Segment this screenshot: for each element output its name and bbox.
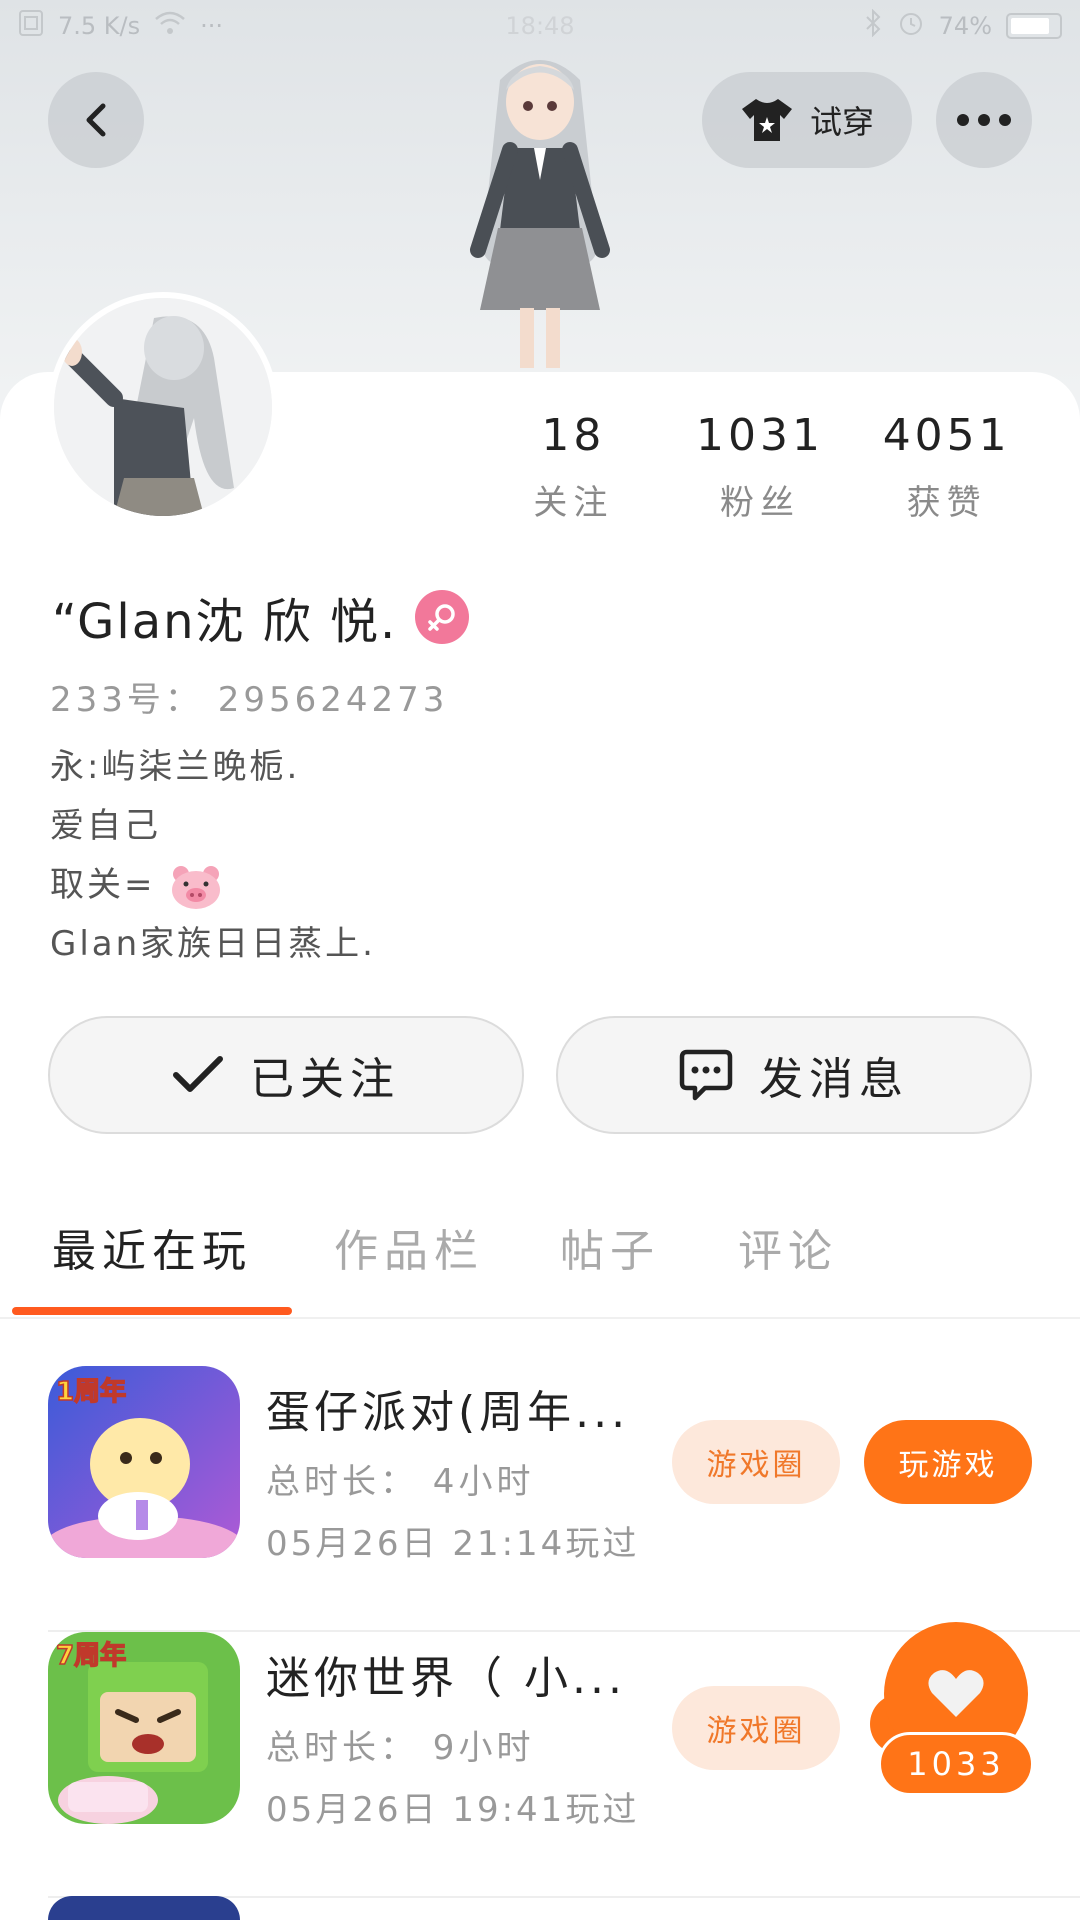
user-name: “Glan沈 欣 悦. [52,594,398,650]
back-button[interactable] [48,72,144,168]
game-title: 迷你世界（ 小... [266,1653,626,1704]
game-title: 蛋仔派对(周年... [266,1387,630,1438]
female-gender-icon [415,590,470,644]
stat-label: 获赞 [906,483,987,523]
active-tab-indicator [12,1307,292,1315]
game-circle-button[interactable]: 游戏圈 [672,1420,840,1504]
bio-line: 爱自己 [50,806,161,846]
stat-value: 1031 [696,410,824,461]
game-icon-partial[interactable] [48,1896,240,1920]
name-row: “Glan沈 欣 悦. [52,582,470,652]
avatar[interactable] [48,292,278,522]
stat-followers[interactable]: 1031 粉丝 [667,410,854,524]
tab-comments[interactable]: 评论 [738,1215,838,1279]
play-game-button[interactable]: 玩游戏 [864,1420,1032,1504]
stat-following[interactable]: 18 关注 [480,410,667,524]
game-list-item[interactable]: 1周年 蛋仔派对(周年... 总时长： 4小时 05月26日 21:14玩过 游… [0,1366,1080,1632]
status-time: 18:48 [505,12,575,40]
try-on-button[interactable]: 试穿 [702,72,912,168]
like-floating-button[interactable]: 1033 [870,1622,1040,1800]
send-message-label: 发消息 [759,1054,909,1105]
checkmark-icon [173,1056,223,1092]
game-circle-button[interactable]: 游戏圈 [672,1686,840,1770]
more-options-button[interactable] [936,72,1032,168]
like-count: 1033 [878,1732,1034,1796]
chevron-left-icon [86,103,106,137]
try-on-label: 试穿 [809,103,874,141]
game-icon-badge: 7周年 [56,1640,126,1671]
send-message-button[interactable]: 发消息 [556,1016,1032,1134]
game-icon-mini-world[interactable]: 7周年 [48,1632,240,1824]
ellipsis-icon [957,114,1011,126]
game-icon-badge: 1周年 [56,1376,126,1407]
chat-bubble-icon [679,1049,733,1101]
avatar-character-image [470,60,610,368]
stat-value: 18 [541,410,606,461]
bio-line: 取关= [50,865,156,905]
followed-label: 已关注 [250,1054,400,1105]
pig-face-icon [172,865,221,909]
followed-button[interactable]: 已关注 [48,1016,524,1134]
game-last-played: 05月26日 19:41玩过 [266,1790,640,1830]
tab-works[interactable]: 作品栏 [334,1215,484,1279]
profile-stats: 18 关注 1031 粉丝 4051 获赞 [480,410,1040,524]
bio-line-with-emoji: 取关= [50,856,376,915]
game-duration: 总时长： 4小时 [266,1462,535,1502]
status-bar: 7.5 K/s ··· 18:48 74% [0,0,1080,52]
stat-label: 关注 [533,483,614,523]
battery-icon [1006,13,1062,39]
tab-recently-played[interactable]: 最近在玩 [52,1215,252,1279]
bio-line: 永:屿柒兰晚栀. [50,747,301,787]
bio-line: Glan家族日日蒸上. [50,924,376,964]
game-icon-eggy-party[interactable]: 1周年 [48,1366,240,1558]
heart-icon [928,1670,984,1717]
game-duration: 总时长： 9小时 [266,1728,535,1768]
user-id: 233号： 295624273 [50,680,449,720]
user-bio: 永:屿柒兰晚栀. 爱自己 取关= Glan家族日日蒸上. [50,738,376,974]
game-last-played: 05月26日 21:14玩过 [266,1524,640,1564]
tshirt-icon [741,99,792,141]
stat-likes[interactable]: 4051 获赞 [853,410,1040,524]
stat-value: 4051 [882,410,1011,461]
avatar-image [54,298,272,516]
profile-tabs: 最近在玩 作品栏 帖子 评论 [0,1215,1080,1319]
tab-posts[interactable]: 帖子 [560,1215,660,1279]
stat-label: 粉丝 [720,483,800,523]
